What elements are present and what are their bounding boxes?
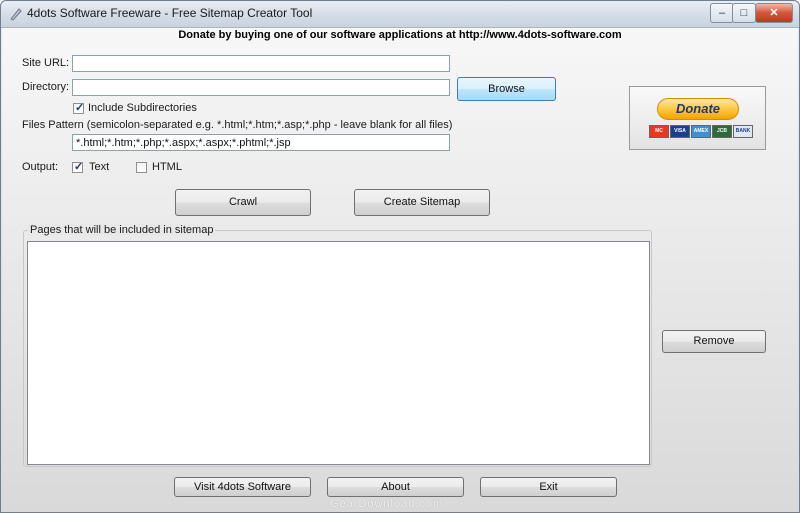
output-label: Output: <box>22 161 59 173</box>
site-url-input[interactable] <box>72 55 450 72</box>
app-icon <box>10 8 22 21</box>
text-output-checkbox[interactable]: ✓ <box>72 161 84 173</box>
exit-button[interactable]: Exit <box>480 477 617 497</box>
watermark-text: GearDownload.com <box>330 498 444 510</box>
minimize-button[interactable]: – <box>710 3 734 23</box>
amex-icon: AMEX <box>691 125 711 138</box>
remove-button-label: Remove <box>693 335 735 347</box>
files-pattern-input[interactable] <box>72 134 450 151</box>
visa-icon: VISA <box>670 125 690 138</box>
html-output-label: HTML <box>152 161 182 173</box>
title-bar[interactable]: 4dots Software Freeware - Free Sitemap C… <box>1 1 799 28</box>
directory-input[interactable] <box>72 79 450 96</box>
files-pattern-label: Files Pattern (semicolon-separated e.g. … <box>22 119 453 131</box>
site-url-label: Site URL: <box>22 57 70 69</box>
minimize-icon: – <box>718 7 726 19</box>
donate-panel[interactable]: Donate MC VISA AMEX JCB BANK <box>629 86 766 150</box>
text-output-label: Text <box>89 161 110 173</box>
mastercard-icon: MC <box>649 125 669 138</box>
include-subdirectories-checkbox[interactable]: ✓ <box>73 102 85 114</box>
about-button[interactable]: About <box>327 477 464 497</box>
browse-button-label: Browse <box>488 83 525 95</box>
donate-button-label: Donate <box>675 101 721 116</box>
donate-message: Donate by buying one of our software app… <box>178 29 622 41</box>
remove-button[interactable]: Remove <box>662 330 766 353</box>
window-title: 4dots Software Freeware - Free Sitemap C… <box>27 6 313 20</box>
visit-4dots-button-label: Visit 4dots Software <box>193 481 291 493</box>
maximize-icon: □ <box>740 7 748 19</box>
main-window: 4dots Software Freeware - Free Sitemap C… <box>0 0 800 513</box>
jcb-icon: JCB <box>712 125 732 138</box>
exit-button-label: Exit <box>539 481 558 493</box>
create-sitemap-button-label: Create Sitemap <box>383 196 461 208</box>
directory-label: Directory: <box>22 81 70 93</box>
bank-icon: BANK <box>733 125 753 138</box>
crawl-button[interactable]: Crawl <box>175 189 311 216</box>
checkmark-icon: ✓ <box>74 161 84 173</box>
browse-button[interactable]: Browse <box>457 77 556 101</box>
visit-4dots-button[interactable]: Visit 4dots Software <box>174 477 311 497</box>
client-area: Donate by buying one of our software app… <box>2 28 798 512</box>
maximize-button[interactable]: □ <box>732 3 756 23</box>
pages-listbox[interactable] <box>27 241 650 465</box>
include-subdirectories-label: Include Subdirectories <box>88 102 197 114</box>
crawl-button-label: Crawl <box>228 196 258 208</box>
donate-button[interactable]: Donate <box>657 98 739 120</box>
close-icon: ✕ <box>769 7 779 19</box>
close-button[interactable]: ✕ <box>755 3 793 23</box>
checkmark-icon: ✓ <box>75 102 85 114</box>
pages-group-title: Pages that will be included in sitemap <box>28 224 216 236</box>
html-output-checkbox[interactable] <box>136 162 147 173</box>
create-sitemap-button[interactable]: Create Sitemap <box>354 189 490 216</box>
about-button-label: About <box>381 481 410 493</box>
